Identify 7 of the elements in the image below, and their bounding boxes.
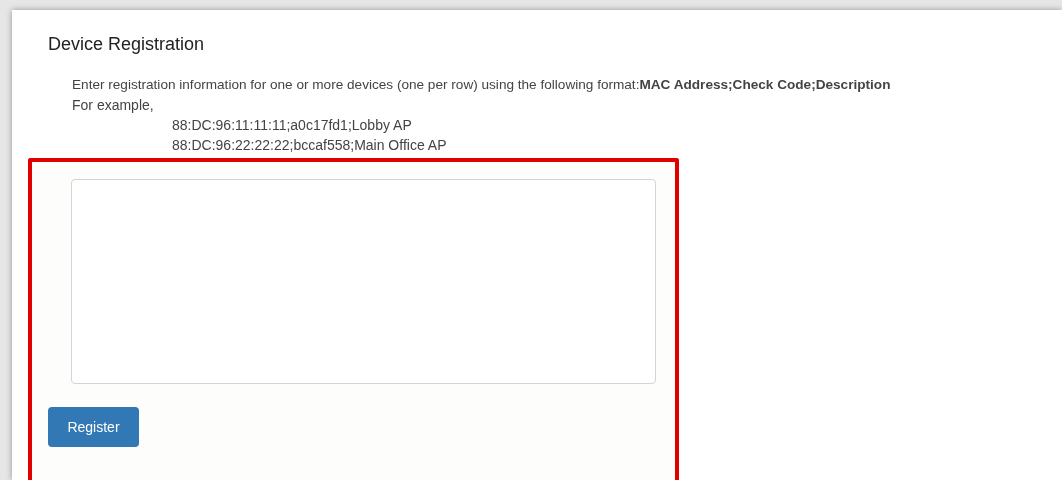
example-line: 88:DC:96:22:22:22;bccaf558;Main Office AP xyxy=(172,136,447,155)
instructions-text: Enter registration information for one or more devices (one per row) using the following format:MAC Address;Check Code;Description xyxy=(72,76,891,94)
register-button[interactable]: Register xyxy=(48,407,139,447)
example-line: 88:DC:96:11:11:11;a0c17fd1;Lobby AP xyxy=(172,116,412,135)
registration-input[interactable] xyxy=(71,179,656,384)
example-label: For example, xyxy=(72,96,154,115)
page-title: Device Registration xyxy=(48,33,205,55)
